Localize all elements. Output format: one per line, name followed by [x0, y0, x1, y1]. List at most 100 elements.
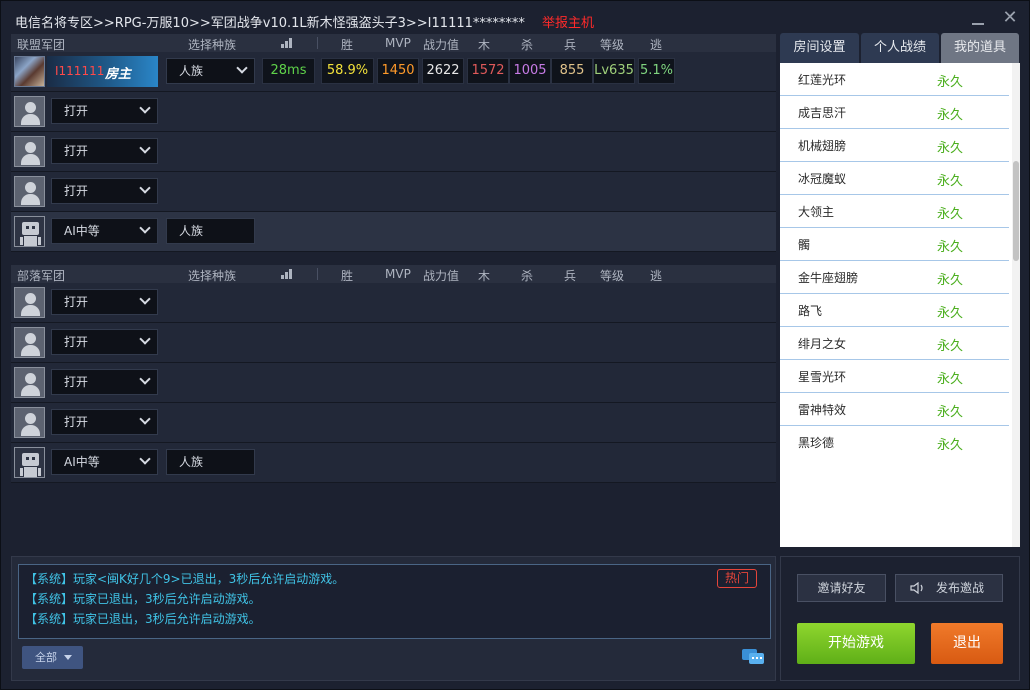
slot-select[interactable]: 打开: [51, 289, 158, 315]
player-slot: 打开: [11, 323, 776, 363]
col-kill: 杀: [521, 269, 534, 283]
list-item[interactable]: 成吉思汗 永久: [780, 96, 1009, 129]
player-slot: 打开: [11, 283, 776, 323]
slot-select[interactable]: 打开: [51, 409, 158, 435]
channel-filter-select[interactable]: 全部: [22, 646, 83, 669]
list-item[interactable]: 星雪光环 永久: [780, 360, 1009, 393]
robot-icon: [14, 216, 45, 247]
chevron-down-icon: [139, 453, 151, 465]
col-soldier: 兵: [564, 38, 577, 52]
col-level: 等级: [600, 38, 625, 52]
chevron-down-icon: [139, 373, 151, 385]
player-slot: 打开: [11, 172, 776, 212]
report-host-link[interactable]: 举报主机: [542, 12, 594, 31]
room-path: 电信名将专区>>RPG-万服10>>军团战争v10.1L新木怪强盗头子3>>I1…: [15, 16, 525, 31]
host-avatar[interactable]: [14, 56, 45, 87]
ai-difficulty-select[interactable]: AI中等: [51, 218, 158, 244]
power-value: 2622: [422, 58, 464, 84]
chat-panel: 【系统】玩家<闽K好几个9>已退出，3秒后允许启动游戏。 【系统】玩家已退出，3…: [11, 556, 776, 681]
col-win: 胜: [341, 269, 354, 283]
race-value: 人族: [179, 64, 204, 78]
escape-rate-value: 5.1%: [638, 58, 675, 84]
title-bar: 电信名将专区>>RPG-万服10>>军团战争v10.1L新木怪强盗头子3>>I1…: [1, 1, 1030, 33]
col-win: 胜: [341, 38, 354, 52]
chevron-down-icon: [139, 222, 151, 234]
col-kill: 杀: [521, 38, 534, 52]
col-level: 等级: [600, 269, 625, 283]
tab-personal-record[interactable]: 个人战绩: [861, 33, 939, 63]
robot-icon: [14, 447, 45, 478]
win-rate-value: 58.9%: [321, 58, 374, 84]
col-escape: 逃: [650, 38, 663, 52]
chevron-down-icon: [139, 413, 151, 425]
minimize-button[interactable]: [969, 9, 987, 27]
scrollbar-thumb[interactable]: [1013, 161, 1019, 261]
slot-select[interactable]: 打开: [51, 369, 158, 395]
host-badge: 房主: [105, 67, 132, 82]
divider: [317, 37, 318, 49]
tab-my-items[interactable]: 我的道具: [941, 33, 1019, 63]
team-alliance: 联盟军团 选择种族 胜 MVP 战力值 木 杀 兵 等级 逃 I111111 房…: [11, 34, 776, 252]
slot-select[interactable]: 打开: [51, 329, 158, 355]
list-item[interactable]: 髑永久: [780, 228, 1009, 261]
game-lobby-window: 电信名将专区>>RPG-万服10>>军团战争v10.1L新木怪强盗头子3>>I1…: [0, 0, 1030, 690]
hot-button[interactable]: 热门: [717, 569, 757, 588]
player-slot: 打开: [11, 132, 776, 172]
col-mvp: MVP: [385, 267, 411, 281]
col-race: 选择种族: [188, 38, 237, 52]
slot-select[interactable]: 打开: [51, 178, 158, 204]
empty-avatar-icon: [14, 176, 45, 207]
slot-select[interactable]: 打开: [51, 98, 158, 124]
tab-room-settings[interactable]: 房间设置: [780, 33, 859, 63]
chevron-down-icon: [139, 293, 151, 305]
empty-avatar-icon: [14, 327, 45, 358]
chat-message: 【系统】玩家<闽K好几个9>已退出，3秒后允许启动游戏。: [25, 572, 345, 586]
list-item[interactable]: 大领主 永久: [780, 195, 1009, 228]
list-item[interactable]: 机械翅膀 永久: [780, 129, 1009, 162]
col-race: 选择种族: [188, 269, 237, 283]
team-horde: 部落军团 选择种族 胜 MVP 战力值 木 杀 兵 等级 逃 打开 打开 打开: [11, 265, 776, 483]
col-power: 战力值: [423, 38, 460, 52]
empty-avatar-icon: [14, 367, 45, 398]
ai-race: 人族: [166, 449, 255, 475]
start-game-button[interactable]: 开始游戏: [797, 623, 915, 664]
col-power: 战力值: [423, 269, 460, 283]
team-name: 联盟军团: [17, 38, 66, 52]
slot-select[interactable]: 打开: [51, 138, 158, 164]
soldiers-value: 855: [551, 58, 593, 84]
close-button[interactable]: ✕: [1001, 9, 1019, 27]
player-slot: 打开: [11, 92, 776, 132]
publish-challenge-button[interactable]: 发布邀战: [895, 574, 1003, 602]
chevron-down-icon: [139, 142, 151, 154]
col-escape: 逃: [650, 269, 663, 283]
empty-avatar-icon: [14, 287, 45, 318]
list-item[interactable]: 绯月之女 永久: [780, 327, 1009, 360]
speaker-icon: [910, 582, 923, 594]
race-select[interactable]: 人族: [166, 58, 255, 84]
col-mvp: MVP: [385, 36, 411, 50]
list-item[interactable]: 金牛座翅膀 永久: [780, 261, 1009, 294]
chat-log: 【系统】玩家<闽K好几个9>已退出，3秒后允许启动游戏。 【系统】玩家已退出，3…: [18, 564, 771, 639]
col-soldier: 兵: [564, 269, 577, 283]
list-item[interactable]: 路飞 永久: [780, 294, 1009, 327]
scrollbar[interactable]: [1012, 63, 1020, 547]
side-tabs: 房间设置 个人战绩 我的道具: [780, 33, 1020, 63]
level-value: Lv635: [593, 58, 635, 84]
player-slot: 打开: [11, 403, 776, 443]
ai-slot: AI中等 人族: [11, 212, 776, 252]
list-item[interactable]: 红莲光环 永久: [780, 63, 1009, 96]
chevron-down-icon: [139, 102, 151, 114]
quit-button[interactable]: 退出: [931, 623, 1003, 664]
chat-bubble-icon[interactable]: [741, 648, 765, 666]
chevron-down-icon: [139, 182, 151, 194]
list-item[interactable]: 黑珍德 永久: [780, 426, 1009, 459]
team-header: 联盟军团 选择种族 胜 MVP 战力值 木 杀 兵 等级 逃: [11, 34, 776, 52]
list-item[interactable]: 雷神特效 永久: [780, 393, 1009, 426]
ping-value: 28ms: [262, 58, 315, 84]
ai-difficulty-select[interactable]: AI中等: [51, 449, 158, 475]
list-item[interactable]: 冰冠魔蚁 永久: [780, 162, 1009, 195]
chevron-down-icon: [139, 333, 151, 345]
chat-message: 【系统】玩家已退出，3秒后允许启动游戏。: [25, 612, 261, 626]
items-list: 红莲光环 永久 成吉思汗 永久 机械翅膀 永久 冰冠魔蚁 永久 大领主 永久 髑永久 金牛…: [780, 63, 1020, 547]
invite-friends-button[interactable]: 邀请好友: [797, 574, 886, 602]
